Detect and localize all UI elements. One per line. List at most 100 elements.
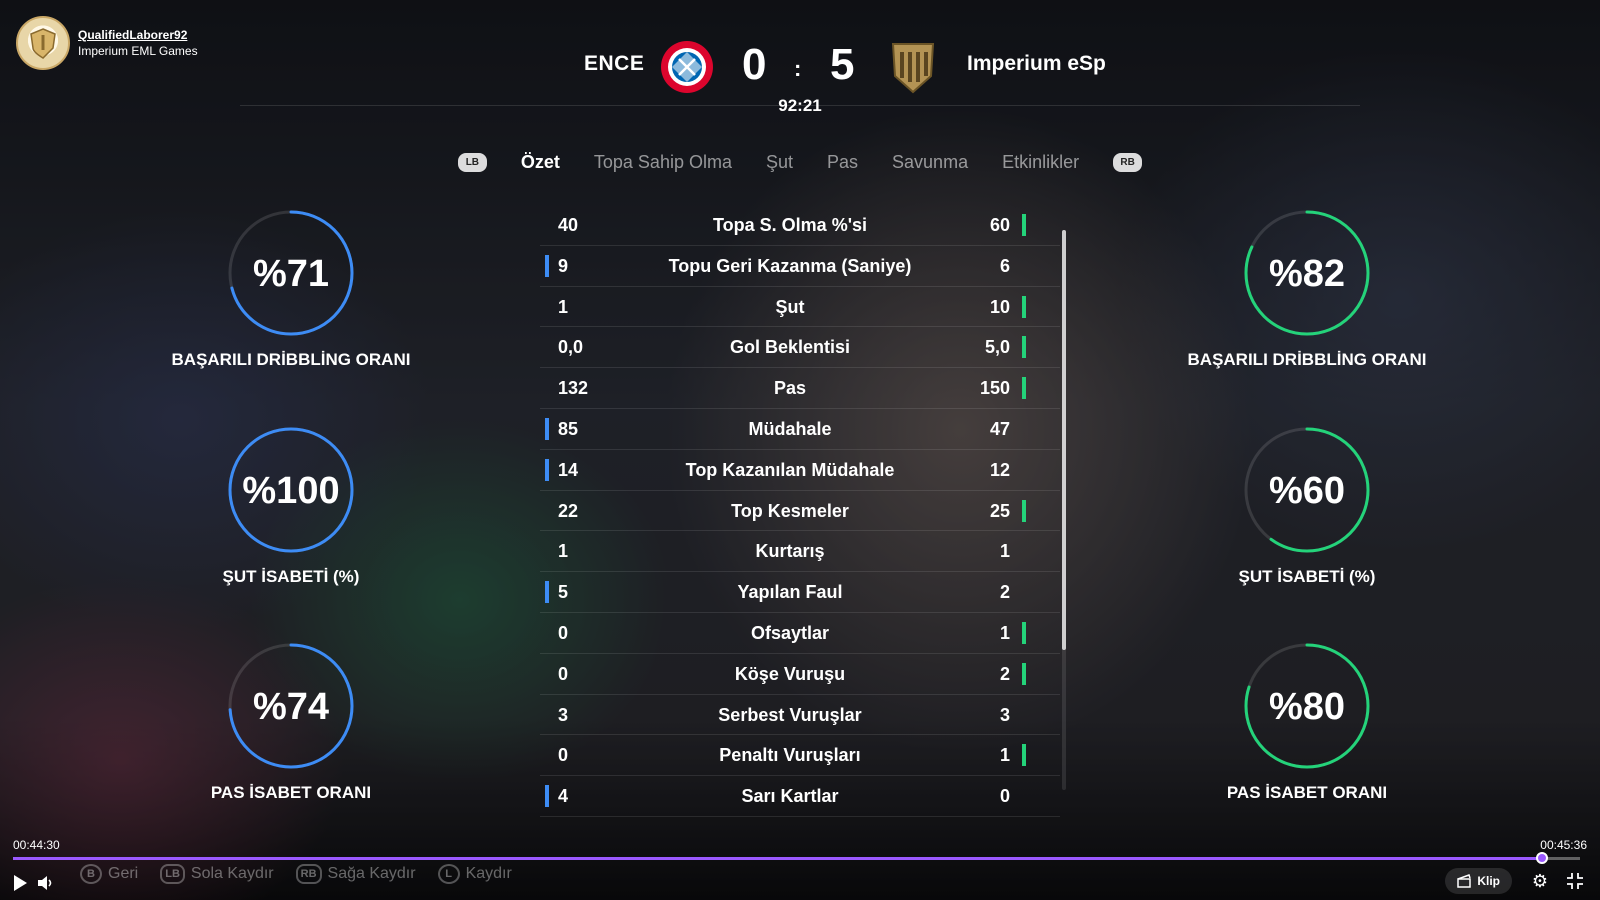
away-stat-value: 1 <box>999 745 1010 766</box>
away-stat-value: 6 <box>999 255 1010 276</box>
rb-button-icon: RB <box>295 864 322 884</box>
home-lead-indicator <box>545 458 549 481</box>
stats-scrollbar-thumb[interactable] <box>1062 230 1066 650</box>
stat-row: 4 Sarı Kartlar 0 <box>540 776 1060 817</box>
stat-name: Kurtarış <box>755 541 825 562</box>
gauge-ring: %100 <box>228 427 354 553</box>
stats-tabs: LB Özet Topa Sahip Olma Şut Pas Savunma … <box>0 152 1600 173</box>
l-stick-icon: L <box>437 864 460 884</box>
away-lead-indicator <box>1022 744 1026 767</box>
home-lead-indicator <box>545 785 549 808</box>
stat-name: Gol Beklentisi <box>729 337 851 358</box>
gear-icon[interactable]: ⚙ <box>1532 872 1548 890</box>
hint-scroll: L Kaydır <box>437 864 512 884</box>
home-stat-value: 0 <box>558 622 569 643</box>
away-lead-indicator <box>1022 662 1026 685</box>
away-team-name: Imperium eSp <box>967 52 1106 75</box>
left-bumper-button[interactable]: LB <box>457 153 487 172</box>
stat-name: Topa S. Olma %'si <box>713 215 867 235</box>
header-divider <box>240 105 1360 106</box>
gauge-label: ŞUT İSABETİ (%) <box>1238 567 1376 586</box>
stat-row: 1 Şut 10 <box>540 287 1060 328</box>
score-separator: : <box>794 56 802 81</box>
home-stat-value: 132 <box>558 378 589 399</box>
home-stat-value: 5 <box>558 582 569 603</box>
home-lead-indicator <box>545 581 549 604</box>
away-lead-indicator <box>1022 499 1026 522</box>
controller-hints: B Geri LB Sola Kaydır RB Sağa Kaydır L K… <box>80 864 512 884</box>
volume-icon[interactable] <box>36 874 54 892</box>
away-gauge-pass-accuracy: %80 PAS İSABET ORANI <box>1177 641 1437 803</box>
progress-knob[interactable] <box>1536 852 1549 864</box>
tab-summary[interactable]: Özet <box>521 152 560 173</box>
stat-row: 0 Penaltı Vuruşları 1 <box>540 735 1060 777</box>
tab-passing[interactable]: Pas <box>827 152 858 173</box>
gauge-value: %82 <box>1269 253 1345 295</box>
away-stat-value: 1 <box>999 541 1010 562</box>
home-stat-value: 0,0 <box>558 337 584 358</box>
home-gauge-shot-accuracy: %100 ŞUT İSABETİ (%) <box>161 425 421 587</box>
play-icon[interactable] <box>12 874 28 892</box>
stat-name: Şut <box>775 296 805 317</box>
tab-events[interactable]: Etkinlikler <box>1002 152 1079 173</box>
away-lead-indicator <box>1022 377 1026 400</box>
tab-possession[interactable]: Topa Sahip Olma <box>594 152 732 173</box>
gauge-label: BAŞARILI DRİBBLİNG ORANI <box>1187 350 1427 369</box>
home-stat-value: 1 <box>558 296 569 317</box>
gauge-value: %71 <box>253 253 329 295</box>
hint-scroll-right: RB Sağa Kaydır <box>295 864 416 884</box>
stats-table[interactable]: 40 Topa S. Olma %'si 60 9 Topu Geri Kazanma … <box>540 205 1060 817</box>
b-button-icon: B <box>80 864 102 884</box>
away-stat-value: 12 <box>989 459 1010 480</box>
gauge-ring: %80 <box>1244 643 1370 769</box>
stat-name: Müdahale <box>748 418 832 439</box>
away-stat-value: 25 <box>989 500 1010 521</box>
tab-shots[interactable]: Şut <box>766 152 793 173</box>
right-bumper-button[interactable]: RB <box>1113 153 1143 172</box>
stat-name: Penaltı Vuruşları <box>719 745 861 766</box>
hint-label: Geri <box>108 865 139 882</box>
stat-row: 1 Kurtarış 1 <box>540 531 1060 573</box>
video-player-controls: 00:44:30 00:45:36 B Geri LB Sola Kaydır … <box>0 838 1600 900</box>
hint-scroll-left: LB Sola Kaydır <box>160 864 274 884</box>
current-time: 00:44:30 <box>13 838 60 852</box>
away-lead-indicator <box>1022 336 1026 359</box>
home-team-name: ENCE <box>584 52 645 75</box>
home-stat-value: 14 <box>558 459 579 480</box>
home-stat-value: 0 <box>558 745 569 766</box>
scoreboard: ENCE 0 : 5 Imperium eSp <box>0 36 1600 96</box>
gauge-label: BAŞARILI DRİBBLİNG ORANI <box>171 350 411 369</box>
clip-button[interactable]: Klip <box>1445 868 1512 894</box>
away-stat-value: 5,0 <box>984 337 1010 358</box>
gauge-ring: %74 <box>228 643 354 769</box>
clapperboard-icon <box>1457 874 1472 888</box>
home-lead-indicator <box>545 254 549 277</box>
gauge-ring: %60 <box>1244 427 1370 553</box>
clip-label: Klip <box>1477 874 1500 888</box>
away-stat-value: 60 <box>989 215 1010 235</box>
progress-fill <box>13 857 1543 860</box>
away-gauge-dribbling: %82 BAŞARILI DRİBBLİNG ORANI <box>1177 208 1437 370</box>
home-stat-value: 1 <box>558 541 569 562</box>
away-stat-value: 47 <box>989 418 1010 439</box>
match-clock: 92:21 <box>778 96 822 115</box>
away-team-crest-icon <box>891 43 935 94</box>
gauge-value: %100 <box>242 470 339 512</box>
stat-name: Top Kazanılan Müdahale <box>685 459 895 480</box>
tab-defending[interactable]: Savunma <box>892 152 968 173</box>
hint-label: Kaydır <box>465 865 512 882</box>
progress-bar[interactable] <box>13 852 1580 864</box>
gauge-ring: %71 <box>228 210 354 336</box>
stat-row: 85 Müdahale 47 <box>540 409 1060 450</box>
fullscreen-exit-icon[interactable] <box>1566 872 1584 890</box>
home-stat-value: 22 <box>558 500 579 521</box>
stat-row: 14 Top Kazanılan Müdahale 12 <box>540 450 1060 491</box>
lb-button-icon: LB <box>160 864 185 884</box>
away-score: 5 <box>830 40 855 89</box>
home-lead-indicator <box>545 417 549 440</box>
gauge-ring: %82 <box>1244 210 1370 336</box>
home-stat-value: 85 <box>558 418 579 439</box>
hint-back: B Geri <box>80 864 138 884</box>
away-stat-value: 2 <box>999 663 1010 684</box>
gauge-label: ŞUT İSABETİ (%) <box>222 567 360 586</box>
